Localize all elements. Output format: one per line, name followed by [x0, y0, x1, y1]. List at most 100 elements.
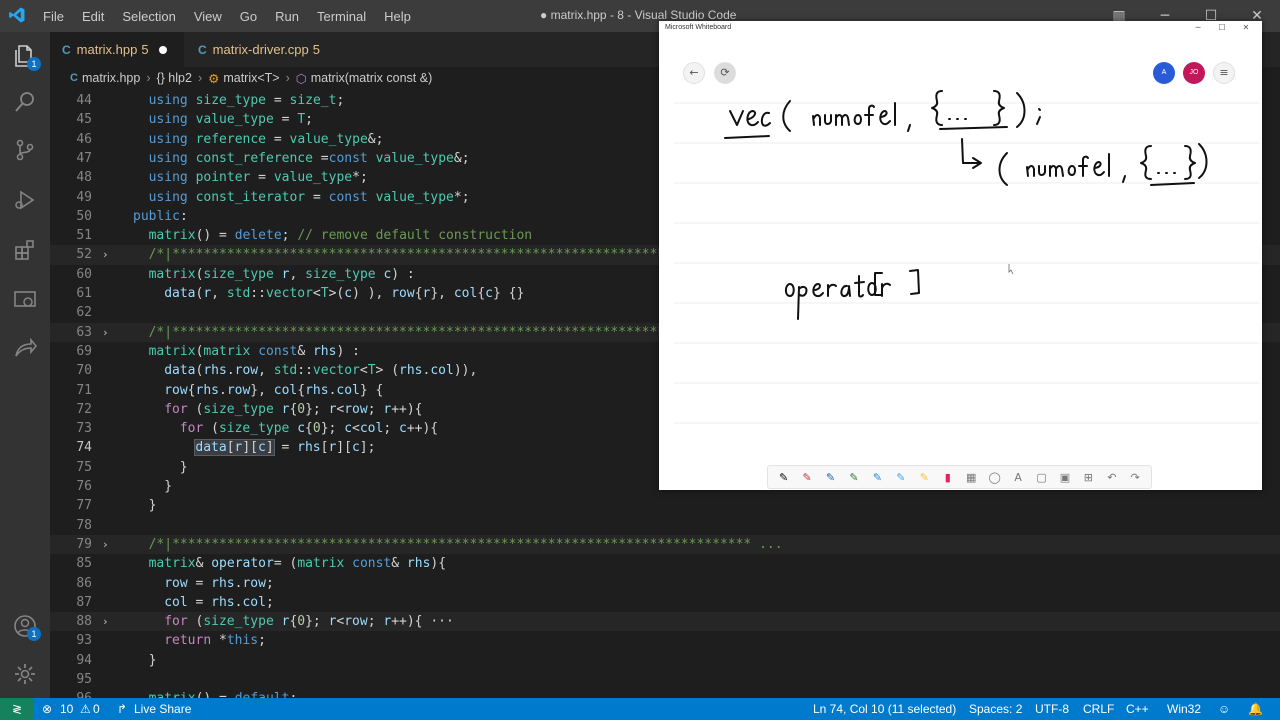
menu-file[interactable]: File [34, 9, 73, 24]
code-line[interactable]: 96 matrix() = default; [50, 689, 1280, 698]
pen-blue-icon[interactable]: ✎ [822, 471, 840, 484]
breadcrumb-method[interactable]: matrix(matrix const &) [311, 71, 433, 85]
remote-explorer-icon[interactable] [13, 288, 37, 312]
lasso-icon[interactable]: ◯ [986, 471, 1004, 484]
source-control-icon[interactable] [13, 138, 37, 162]
image-icon[interactable]: ▣ [1056, 471, 1074, 484]
language-mode[interactable]: C++ [1126, 698, 1149, 720]
extensions-icon[interactable] [13, 238, 37, 262]
fold-chevron-icon[interactable]: › [102, 612, 109, 631]
code-line[interactable]: 78 [50, 516, 1280, 535]
error-icon[interactable]: ⊗ [42, 698, 52, 720]
undo-icon[interactable]: ↶ [1103, 471, 1121, 484]
code-text: matrix() = default; [149, 689, 298, 698]
run-debug-icon[interactable] [13, 188, 37, 212]
feedback-icon[interactable]: ☺ [1218, 698, 1230, 720]
line-number: 94 [76, 652, 92, 668]
redo-icon[interactable]: ↷ [1126, 471, 1144, 484]
line-number: 78 [76, 517, 92, 533]
code-text: } [148, 652, 157, 668]
line-number: 44 [76, 93, 92, 108]
menu-go[interactable]: Go [231, 9, 266, 24]
whiteboard-canvas[interactable] [659, 21, 1262, 461]
tab-label: matrix-driver.cpp [212, 42, 309, 57]
indentation[interactable]: Spaces: 2 [969, 698, 1022, 720]
live-share-button[interactable]: Live Share [134, 698, 191, 720]
code-line[interactable]: 88 › for (size_type r{0}; r<row; r++){ ··· [50, 612, 1280, 632]
line-number: 76 [76, 479, 92, 494]
code-text: using size_type = size_t; [148, 93, 345, 108]
window-title: ● matrix.hpp - 8 - Visual Studio Code [540, 8, 737, 22]
code-line[interactable]: 77} [50, 496, 1280, 515]
code-text: } [148, 498, 157, 514]
error-count[interactable]: 10 [60, 698, 73, 720]
search-icon[interactable] [13, 90, 37, 114]
code-line[interactable]: 95 [50, 670, 1280, 689]
add-icon[interactable]: ⊞ [1079, 471, 1097, 484]
explorer-icon[interactable]: 1 [13, 44, 41, 71]
bell-icon[interactable]: 🔔 [1248, 698, 1263, 720]
ruler-icon[interactable]: ▦ [962, 471, 980, 484]
chevron-right-icon: › [197, 71, 203, 85]
line-number: 52 [76, 247, 92, 263]
fold-chevron-icon[interactable]: › [102, 323, 109, 342]
highlighter-icon[interactable]: ✎ [915, 471, 933, 484]
fold-chevron-icon[interactable]: › [102, 245, 109, 264]
code-line[interactable]: 86 row = rhs.row; [50, 574, 1280, 593]
tab-matrix-hpp[interactable]: C matrix.hpp 5 [50, 32, 184, 67]
code-line[interactable]: 85 matrix& operator= (matrix const& rhs){ [50, 554, 1280, 573]
chevron-right-icon: › [285, 71, 290, 85]
note-icon[interactable]: ▢ [1033, 471, 1051, 484]
code-line[interactable]: 93 return *this; [50, 631, 1280, 650]
cursor-position[interactable]: Ln 74, Col 10 (11 selected) [813, 698, 956, 720]
menu-run[interactable]: Run [266, 9, 308, 24]
code-text: row = rhs.row; [164, 575, 274, 591]
eraser-icon[interactable]: ▮ [939, 471, 957, 484]
code-text: matrix& operator= (matrix const& rhs){ [148, 556, 447, 572]
live-share-icon[interactable] [13, 336, 38, 360]
code-text: for (size_type r{0}; r<row; r++){ [164, 401, 423, 417]
menu-edit[interactable]: Edit [73, 9, 113, 24]
remote-icon[interactable]: ≷ [0, 698, 34, 720]
fold-chevron-icon[interactable]: › [102, 535, 109, 554]
pen-green-icon[interactable]: ✎ [845, 471, 863, 484]
code-line[interactable]: 94} [50, 651, 1280, 670]
tab-matrix-driver-cpp[interactable]: C matrix-driver.cpp 5 [186, 32, 336, 67]
code-text: data(rhs.row, std::vector<T> (rhs.col)), [164, 363, 478, 379]
accounts-icon[interactable]: 1 [13, 614, 41, 641]
cpp-file-icon: C [62, 42, 71, 57]
code-line[interactable]: 79 › /*|**********************************… [50, 534, 1280, 555]
pen-red-icon[interactable]: ✎ [798, 471, 816, 484]
menu-help[interactable]: Help [375, 9, 420, 24]
encoding[interactable]: UTF-8 [1035, 698, 1069, 720]
menu-selection[interactable]: Selection [113, 9, 184, 24]
line-number: 88 [76, 614, 92, 630]
vscode-logo-icon [9, 7, 25, 23]
pen-blue3-icon[interactable]: ✎ [892, 471, 910, 484]
breadcrumb-namespace[interactable]: {} hlp2 [156, 71, 191, 85]
pen-blue2-icon[interactable]: ✎ [868, 471, 886, 484]
line-ending[interactable]: CRLF [1083, 698, 1114, 720]
menu-terminal[interactable]: Terminal [308, 9, 375, 24]
breadcrumb-class[interactable]: matrix<T> [223, 71, 279, 85]
text-icon[interactable]: A [1009, 471, 1027, 484]
code-text: for (size_type r{0}; r<row; r++){ ··· [164, 614, 454, 630]
unsaved-dot-icon[interactable] [158, 45, 167, 54]
breadcrumb-file[interactable]: matrix.hpp [82, 71, 140, 85]
code-text: public: [133, 208, 188, 224]
code-text: matrix(size_type r, size_type c) : [148, 266, 415, 282]
code-text: row{rhs.row}, col{rhs.col} { [164, 382, 384, 398]
line-number: 79 [76, 536, 92, 552]
menu-view[interactable]: View [185, 9, 231, 24]
live-share-icon[interactable]: ↱ [117, 698, 127, 720]
line-number: 72 [76, 401, 92, 417]
pen-black-icon[interactable]: ✎ [775, 471, 793, 484]
code-text: } [179, 459, 188, 475]
gear-icon[interactable] [13, 662, 37, 686]
line-number: 87 [76, 594, 92, 610]
warning-icon[interactable]: ⚠ [80, 698, 91, 720]
platform[interactable]: Win32 [1167, 698, 1201, 720]
code-text: matrix(matrix const& rhs) : [148, 343, 360, 359]
warning-count[interactable]: 0 [93, 698, 100, 720]
code-line[interactable]: 87 col = rhs.col; [50, 593, 1280, 612]
